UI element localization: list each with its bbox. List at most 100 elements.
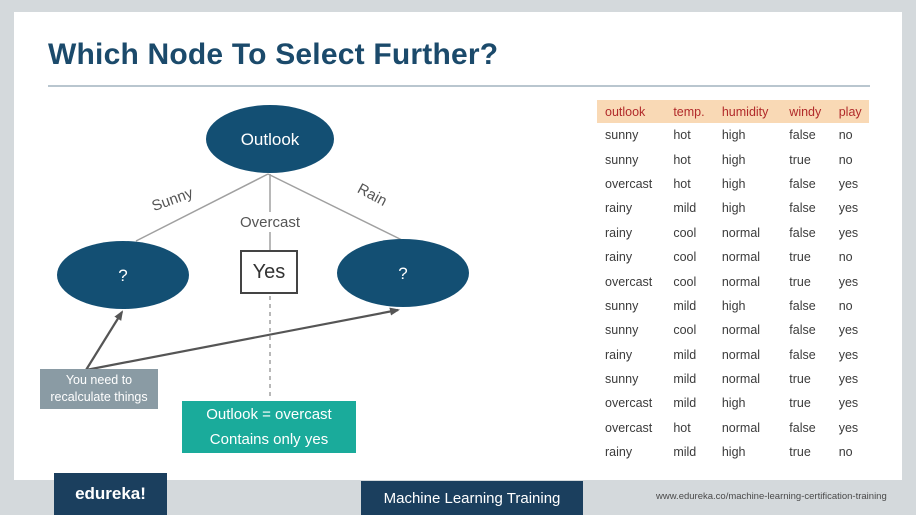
cell-play: yes [838,176,859,191]
table-row: overcast mild high true yes [597,391,869,415]
column-header-play: play [830,100,869,123]
cell-outlook: overcast [605,274,653,289]
arrow-to-right-node [85,307,400,372]
cell-temp: mild [673,347,697,362]
cell-windy: false [789,201,816,216]
result-line-1: Outlook = overcast [206,406,332,423]
cell-outlook: rainy [605,225,633,240]
cell-temp: mild [673,445,697,460]
table-row: rainy mild high true no [597,440,869,464]
cell-play: yes [838,225,859,240]
cell-windy: false [789,347,816,362]
footer-url: www.edureka.co/machine-learning-certific… [656,491,887,502]
cell-outlook: overcast [605,176,653,191]
right-node-label: ? [398,264,407,283]
overcast-leaf-yes: Yes [240,250,298,294]
cell-windy: true [789,445,811,460]
note-line-1: You need to [65,373,133,387]
cell-play: yes [838,396,859,411]
cell-humidity: normal [721,347,761,362]
cell-windy: false [789,323,816,338]
cell-outlook: overcast [605,420,653,435]
cell-play: yes [838,420,859,435]
result-line-2: Contains only yes [209,431,329,448]
cell-play: no [838,298,853,313]
cell-temp: hot [673,420,691,435]
cell-play: no [838,445,853,460]
recalculate-note: You need to recalculate things [40,369,158,409]
column-header-windy: windy [781,100,831,123]
cell-play: no [838,128,853,143]
cell-outlook: sunny [605,152,639,167]
overcast-result-box: Outlook = overcast Contains only yes [182,401,356,453]
cell-play: no [838,250,853,265]
overcast-leaf-label: Yes [252,260,286,283]
table-row: rainy cool normal false yes [597,221,869,245]
cell-humidity: high [721,128,746,143]
cell-temp: cool [673,225,697,240]
column-header-outlook: outlook [597,100,666,123]
edureka-logo: edureka! [54,473,167,515]
table-row: rainy mild normal false yes [597,343,869,367]
cell-outlook: sunny [605,372,639,387]
cell-play: yes [838,323,859,338]
cell-temp: cool [673,274,697,289]
cell-humidity: high [721,201,746,216]
cell-outlook: overcast [605,396,653,411]
cell-outlook: sunny [605,323,639,338]
cell-windy: false [789,420,816,435]
cell-humidity: normal [721,250,761,265]
left-node-label: ? [118,266,127,285]
root-node-label: Outlook [241,130,300,149]
cell-humidity: normal [721,420,761,435]
cell-outlook: sunny [605,298,639,313]
cell-temp: mild [673,372,697,387]
cell-humidity: normal [721,372,761,387]
cell-windy: true [789,152,811,167]
column-header-humidity: humidity [713,100,782,123]
cell-play: yes [838,201,859,216]
cell-windy: false [789,298,816,313]
table-row: overcast hot high false yes [597,172,869,196]
cell-temp: mild [673,298,697,313]
cell-temp: hot [673,176,691,191]
cell-temp: hot [673,128,691,143]
column-header-temp: temp. [665,100,714,123]
arrow-to-left-node [85,310,124,371]
cell-play: yes [838,274,859,289]
cell-temp: mild [673,396,697,411]
edge-label-sunny: Sunny [150,184,196,215]
cell-humidity: normal [721,274,761,289]
cell-play: no [838,152,853,167]
cell-play: yes [838,372,859,387]
cell-windy: true [789,274,811,289]
table-row: overcast hot normal false yes [597,416,869,440]
table-row: sunny hot high false no [597,123,869,147]
cell-humidity: high [721,298,746,313]
table-row: sunny cool normal false yes [597,318,869,342]
table-row: sunny hot high true no [597,147,869,171]
table-body: sunny hot high false no sunny hot high true no ove… [597,123,869,464]
cell-windy: false [789,176,816,191]
table-row: overcast cool normal true yes [597,269,869,293]
table-header-row: outlook temp. humidity windy play [597,100,869,123]
cell-temp: cool [673,323,697,338]
cell-windy: false [789,225,816,240]
cell-temp: mild [673,201,697,216]
cell-humidity: high [721,445,746,460]
cell-humidity: normal [721,323,761,338]
cell-humidity: high [721,396,746,411]
cell-outlook: rainy [605,445,633,460]
table-row: sunny mild high false no [597,294,869,318]
cell-temp: cool [673,250,697,265]
table-row: rainy cool normal true no [597,245,869,269]
note-line-2: recalculate things [50,390,148,404]
cell-outlook: rainy [605,201,633,216]
cell-windy: true [789,396,811,411]
cell-outlook: rainy [605,347,633,362]
table-row: sunny mild normal true yes [597,367,869,391]
cell-windy: false [789,128,816,143]
edge-label-overcast: Overcast [240,214,301,231]
table-row: rainy mild high false yes [597,196,869,220]
cell-outlook: sunny [605,128,639,143]
